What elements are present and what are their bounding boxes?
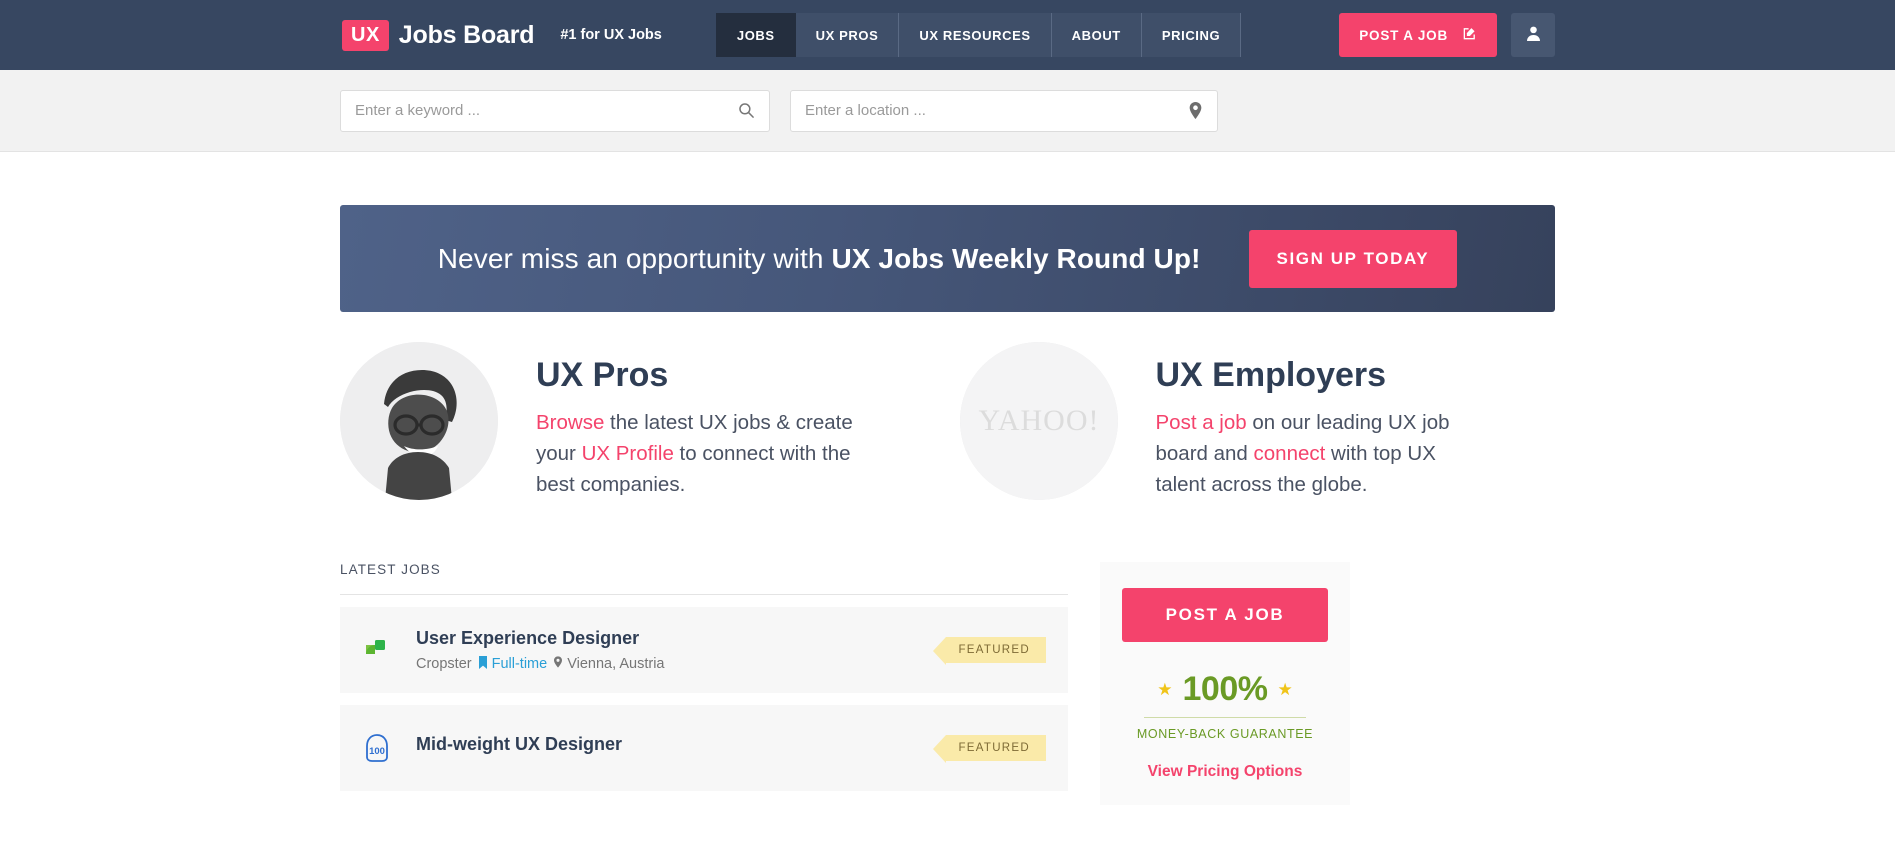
job-location-label: Vienna, Austria <box>567 656 665 673</box>
bookmark-icon <box>478 655 487 673</box>
search-icon[interactable] <box>738 102 755 119</box>
promo-headline: Never miss an opportunity with UX Jobs W… <box>438 243 1201 275</box>
map-pin-icon[interactable] <box>1188 102 1203 119</box>
header-post-a-job-button[interactable]: POST A JOB <box>1339 13 1497 57</box>
promo-text-bold: UX Jobs Weekly Round Up! <box>831 242 1201 274</box>
brand-logo[interactable]: UX Jobs Board <box>342 19 535 51</box>
job-location: Vienna, Austria <box>554 656 664 672</box>
table-row[interactable]: 100 Mid-weight UX Designer FEATURED <box>340 705 1068 792</box>
nav-item-ux-resources[interactable]: UX RESOURCES <box>899 13 1052 57</box>
guarantee-percent: 100% <box>1182 670 1268 709</box>
brand-name: Jobs Board <box>398 20 535 49</box>
hundred-blue-circle-logo: 100 <box>354 725 400 771</box>
location-input[interactable] <box>805 102 1188 119</box>
keyword-search-field[interactable] <box>340 89 770 132</box>
ux-employers-section: YAHOO! UX Employers Post a job on our le… <box>936 342 1556 500</box>
connect-link[interactable]: connect <box>1254 442 1326 465</box>
latest-jobs-heading: LATEST JOBS <box>340 562 1068 596</box>
user-avatar-icon <box>1525 25 1542 45</box>
promo-text-normal: Never miss an opportunity with <box>437 242 832 274</box>
cropster-green-leaf-logo <box>354 627 400 673</box>
nav-item-pricing[interactable]: PRICING <box>1141 13 1242 57</box>
ux-profile-link[interactable]: UX Profile <box>582 442 674 465</box>
star-icon: ★ <box>1277 679 1293 699</box>
ux-employers-description: Post a job on our leading UX job board a… <box>1156 407 1476 500</box>
status-badge: FEATURED <box>933 637 1046 666</box>
site-tagline: #1 for UX Jobs <box>560 27 662 43</box>
search-input[interactable] <box>355 102 738 119</box>
ux-pros-description: Browse the latest UX jobs & create your … <box>536 407 881 500</box>
yahoo-logo-icon: YAHOO! <box>959 342 1118 500</box>
job-title[interactable]: User Experience Designer <box>416 628 946 649</box>
svg-text:YAHOO!: YAHOO! <box>978 404 1099 437</box>
nav-item-jobs[interactable]: JOBS <box>715 13 796 57</box>
latest-jobs-list: LATEST JOBS User Experience Designer Cro… <box>340 562 1068 805</box>
brand-badge-ux: UX <box>342 19 389 51</box>
job-search-bar <box>0 70 1895 152</box>
intro-sections: UX Pros Browse the latest UX jobs & crea… <box>340 342 1555 500</box>
sidebar-post-a-job-button[interactable]: POST A JOB <box>1122 588 1328 643</box>
woman-photo-avatar <box>340 342 498 500</box>
job-type-label: Full-time <box>491 656 548 673</box>
account-button[interactable] <box>1511 13 1555 57</box>
money-back-guarantee: ★ 100% ★ MONEY-BACK GUARANTEE <box>1122 670 1328 741</box>
ux-pros-section: UX Pros Browse the latest UX jobs & crea… <box>340 342 936 500</box>
job-type: Full-time <box>478 655 548 673</box>
main-navigation: JOBS UX PROS UX RESOURCES ABOUT PRICING <box>715 13 1242 57</box>
guarantee-label: MONEY-BACK GUARANTEE <box>1136 727 1314 742</box>
view-pricing-options-link[interactable]: View Pricing Options <box>1122 763 1328 781</box>
newsletter-promo-banner: Never miss an opportunity with UX Jobs W… <box>340 205 1555 312</box>
nav-item-about[interactable]: ABOUT <box>1051 13 1142 57</box>
post-job-card: POST A JOB ★ 100% ★ MONEY-BACK GUARANTEE… <box>1100 562 1350 806</box>
ux-employers-title: UX Employers <box>1155 356 1387 394</box>
browse-link[interactable]: Browse <box>536 411 604 434</box>
job-company: Cropster <box>416 656 472 673</box>
ux-pros-title: UX Pros <box>536 356 669 394</box>
map-pin-icon <box>554 656 563 672</box>
sidebar: POST A JOB ★ 100% ★ MONEY-BACK GUARANTEE… <box>1100 562 1350 806</box>
edit-square-icon <box>1462 26 1477 44</box>
post-job-label: POST A JOB <box>1359 27 1448 43</box>
site-header: UX Jobs Board #1 for UX Jobs JOBS UX PRO… <box>0 0 1895 70</box>
sign-up-today-button[interactable]: SIGN UP TODAY <box>1248 229 1458 288</box>
nav-item-ux-pros[interactable]: UX PROS <box>795 13 900 57</box>
location-search-field[interactable] <box>790 89 1218 132</box>
main-content: LATEST JOBS User Experience Designer Cro… <box>340 562 1555 806</box>
divider <box>1144 717 1306 719</box>
table-row[interactable]: User Experience Designer Cropster Full-t… <box>340 607 1068 694</box>
svg-text:100: 100 <box>369 746 385 757</box>
job-title[interactable]: Mid-weight UX Designer <box>416 734 946 755</box>
star-icon: ★ <box>1157 679 1173 699</box>
post-a-job-link[interactable]: Post a job <box>1156 411 1247 434</box>
status-badge: FEATURED <box>933 735 1046 764</box>
